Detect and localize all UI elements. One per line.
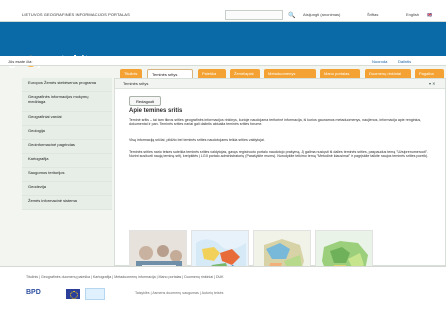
sidebar-item[interactable]: Geografiniai vardai <box>22 112 112 126</box>
login-status[interactable]: Atsijungti (anonimas) <box>303 12 340 17</box>
footer-link[interactable]: Duomenų rinkiniai <box>184 275 213 279</box>
link-dalintis[interactable]: Dalintis <box>398 59 411 64</box>
sidebar-item-label: Kartografija <box>28 156 49 161</box>
sidebar-item-label: Geografiniai vardai <box>28 114 62 119</box>
panel-titlebar: Teminės sritys ▾ ✕ <box>115 79 445 89</box>
footer-link[interactable]: DUK <box>216 275 224 279</box>
content-paragraph-1: Teminė sritis – tai tam tikros srities g… <box>129 118 422 127</box>
bpd-logo: BPD <box>26 289 41 296</box>
header: ge◎portal.lt Titulinis Teminės sritys Pa… <box>0 22 446 80</box>
portal-title: LIETUVOS GEOGRAFINĖS INFORMACIJOS PORTAL… <box>22 12 130 17</box>
breadcrumb: Jūs esate čia: <box>8 59 33 64</box>
sidebar-item[interactable]: Saugomos teritorijos <box>22 168 112 182</box>
sidebar-item-label: Geologija <box>28 128 45 133</box>
subbar: Jūs esate čia: Nuoroda Dalintis <box>0 56 446 66</box>
edit-button[interactable]: Redaguoti <box>129 96 162 106</box>
panel-title: Teminės sritys <box>123 81 149 86</box>
footer-link[interactable]: Asmens duomenų saugumas <box>152 291 199 295</box>
footer: Titulinis | Geografinės duomenų paieška … <box>0 266 446 316</box>
eu-flag-icon <box>66 289 80 299</box>
sidebar-item-label: Saugomos teritorijos <box>28 170 65 175</box>
sidebar: Europos Žemės stebėsenos programa Geogra… <box>22 78 112 210</box>
footer-link[interactable]: Autorių teisės <box>202 291 224 295</box>
sidebar-item[interactable]: Europos Žemės stebėsenos programa <box>22 78 112 92</box>
sidebar-item-label: Geoinformacinė pagrindas <box>28 142 75 147</box>
content-heading: Apie temines sritis <box>129 108 183 114</box>
sidebar-item[interactable]: Kartografija <box>22 154 112 168</box>
link-nuoroda[interactable]: Nuoroda <box>372 59 387 64</box>
footer-link[interactable]: Geografinės duomenų paieška <box>41 275 90 279</box>
footer-links-row-1[interactable]: Titulinis | Geografinės duomenų paieška … <box>26 275 224 279</box>
sidebar-item[interactable]: Geoinformacinė pagrindas <box>22 140 112 154</box>
infoleidyba-logo <box>85 288 105 300</box>
sidebar-item[interactable]: Geologija <box>22 126 112 140</box>
footer-link[interactable]: Taisyklės <box>135 291 150 295</box>
sidebar-item-label: Žemės informacinė sistema <box>28 198 77 203</box>
uk-flag-icon[interactable]: 🇬🇧 <box>427 12 432 17</box>
footer-link[interactable]: Kartografija <box>93 275 111 279</box>
content-paragraph-2: Visą informaciją sričiai, pildžio bei te… <box>129 138 265 142</box>
footer-link[interactable]: Mano portalas <box>159 275 182 279</box>
sidebar-item[interactable]: Geodezija <box>22 182 112 196</box>
font-size-control[interactable]: Šriftas <box>367 12 378 17</box>
footer-links-row-2[interactable]: Taisyklės | Asmens duomenų saugumas | Au… <box>135 291 223 295</box>
search-icon[interactable]: 🔍 <box>288 12 295 19</box>
page: LIETUVOS GEOGRAFINĖS INFORMACIJOS PORTAL… <box>0 0 446 316</box>
topbar: LIETUVOS GEOGRAFINĖS INFORMACIJOS PORTAL… <box>0 0 446 22</box>
footer-link[interactable]: Metaduomenų informacija <box>114 275 155 279</box>
content-paragraph-3: Teminės srities nario teises suteikia te… <box>129 150 428 159</box>
panel-controls-icon[interactable]: ▾ ✕ <box>429 81 435 86</box>
sidebar-item-label: Europos Žemės stebėsenos programa <box>28 80 97 85</box>
footer-link[interactable]: Titulinis <box>26 275 38 279</box>
sidebar-item[interactable]: Geografinės informacijos mokymų medžiaga <box>22 92 112 112</box>
main-panel: Teminės sritys ▾ ✕ Redaguoti Apie temine… <box>114 78 446 299</box>
sidebar-item-label: Geografinės informacijos mokymų medžiaga <box>28 94 89 104</box>
language-switch[interactable]: English <box>406 12 419 17</box>
sidebar-item-label: Geodezija <box>28 184 47 189</box>
sidebar-item[interactable]: Žemės informacinė sistema <box>22 196 112 210</box>
search-input[interactable] <box>225 10 283 20</box>
